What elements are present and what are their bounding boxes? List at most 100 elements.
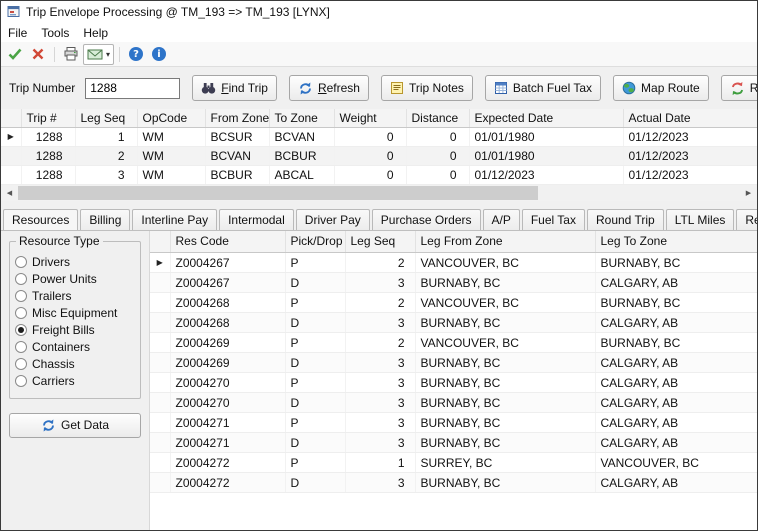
cell[interactable]: CALGARY, AB [595, 433, 757, 453]
cell[interactable]: BURNABY, BC [415, 373, 595, 393]
refresh-button[interactable]: Refresh [289, 75, 369, 101]
scroll-left-arrow-icon[interactable]: ◀ [1, 185, 18, 201]
tab-intermodal[interactable]: Intermodal [219, 209, 294, 230]
cell[interactable]: 1288 [21, 165, 75, 184]
table-row[interactable]: Z0004272D3BURNABY, BCCALGARY, AB [150, 473, 757, 493]
radio-option-chassis[interactable]: Chassis [15, 356, 135, 373]
radio-option-carriers[interactable]: Carriers [15, 373, 135, 390]
help-button[interactable]: ? [125, 44, 147, 65]
cell[interactable]: BURNABY, BC [415, 313, 595, 333]
cell[interactable]: 1288 [21, 127, 75, 146]
cell[interactable]: P [285, 293, 345, 313]
cell[interactable]: VANCOUVER, BC [595, 453, 757, 473]
cell[interactable]: CALGARY, AB [595, 473, 757, 493]
cell[interactable]: VANCOUVER, BC [415, 293, 595, 313]
cell[interactable]: BURNABY, BC [415, 353, 595, 373]
tab-purchase-orders[interactable]: Purchase Orders [372, 209, 481, 230]
tab-review-status[interactable]: Review Status [736, 209, 757, 230]
scrollbar-thumb[interactable] [18, 186, 538, 200]
cell[interactable]: BCBUR [269, 146, 334, 165]
cell[interactable]: P [285, 453, 345, 473]
radio-option-containers[interactable]: Containers [15, 339, 135, 356]
cell[interactable]: WM [137, 146, 205, 165]
table-row[interactable]: ▶12881WMBCSURBCVAN0001/01/198001/12/2023 [1, 127, 757, 146]
cell[interactable]: 01/01/1980 [469, 127, 623, 146]
column-header-expected-date[interactable]: Expected Date [469, 109, 623, 127]
cell[interactable]: D [285, 433, 345, 453]
cell[interactable]: 3 [345, 373, 415, 393]
cell[interactable]: BURNABY, BC [415, 393, 595, 413]
cell[interactable]: BURNABY, BC [595, 253, 757, 273]
cell[interactable]: 2 [75, 146, 137, 165]
re-match-button[interactable]: Re-Match [721, 75, 757, 101]
tab-interline-pay[interactable]: Interline Pay [132, 209, 217, 230]
cell[interactable]: D [285, 353, 345, 373]
tab-a-p[interactable]: A/P [483, 209, 520, 230]
column-header-actual-date[interactable]: Actual Date [623, 109, 757, 127]
cell[interactable]: 01/12/2023 [469, 165, 623, 184]
cancel-button[interactable] [27, 44, 49, 65]
table-row[interactable]: Z0004271D3BURNABY, BCCALGARY, AB [150, 433, 757, 453]
batch-fuel-tax-button[interactable]: Batch Fuel Tax [485, 75, 601, 101]
find-trip-button[interactable]: Find Trip [192, 75, 277, 101]
tab-driver-pay[interactable]: Driver Pay [296, 209, 370, 230]
get-data-button[interactable]: Get Data [9, 413, 141, 438]
horizontal-scrollbar[interactable]: ◀ ▶ [1, 185, 757, 201]
cell[interactable]: 2 [345, 293, 415, 313]
column-header-from-zone[interactable]: From Zone [205, 109, 269, 127]
column-header-to-zone[interactable]: To Zone [269, 109, 334, 127]
cell[interactable]: P [285, 333, 345, 353]
cell[interactable]: BCVAN [269, 127, 334, 146]
radio-option-misc-equipment[interactable]: Misc Equipment [15, 305, 135, 322]
column-header-opcode[interactable]: OpCode [137, 109, 205, 127]
cell[interactable]: P [285, 413, 345, 433]
trip-legs-grid[interactable]: Trip #Leg SeqOpCodeFrom ZoneTo ZoneWeigh… [1, 109, 758, 185]
cell[interactable]: CALGARY, AB [595, 413, 757, 433]
table-row[interactable]: Z0004271P3BURNABY, BCCALGARY, AB [150, 413, 757, 433]
cell[interactable]: 01/12/2023 [623, 146, 757, 165]
column-header-leg-seq[interactable]: Leg Seq [345, 231, 415, 253]
cell[interactable]: 0 [406, 165, 469, 184]
cell[interactable]: Z0004272 [170, 453, 285, 473]
cell[interactable]: Z0004268 [170, 313, 285, 333]
column-header-res-code[interactable]: Res Code [170, 231, 285, 253]
column-header-weight[interactable]: Weight [334, 109, 406, 127]
cell[interactable]: 1 [75, 127, 137, 146]
scroll-right-arrow-icon[interactable]: ▶ [740, 185, 757, 201]
cell[interactable]: 0 [334, 146, 406, 165]
trip-notes-button[interactable]: Trip Notes [381, 75, 473, 101]
cell[interactable]: 0 [334, 165, 406, 184]
cell[interactable]: Z0004272 [170, 473, 285, 493]
cell[interactable]: ABCAL [269, 165, 334, 184]
table-row[interactable]: Z0004269P2VANCOUVER, BCBURNABY, BC [150, 333, 757, 353]
cell[interactable]: Z0004271 [170, 413, 285, 433]
menu-file[interactable]: File [1, 25, 34, 41]
cell[interactable]: CALGARY, AB [595, 353, 757, 373]
radio-option-trailers[interactable]: Trailers [15, 288, 135, 305]
map-route-button[interactable]: Map Route [613, 75, 709, 101]
cell[interactable]: VANCOUVER, BC [415, 333, 595, 353]
cell[interactable]: CALGARY, AB [595, 273, 757, 293]
tab-resources[interactable]: Resources [3, 209, 78, 231]
cell[interactable]: CALGARY, AB [595, 373, 757, 393]
cell[interactable]: VANCOUVER, BC [415, 253, 595, 273]
cell[interactable]: CALGARY, AB [595, 393, 757, 413]
cell[interactable]: SURREY, BC [415, 453, 595, 473]
column-header-distance[interactable]: Distance [406, 109, 469, 127]
cell[interactable]: 01/01/1980 [469, 146, 623, 165]
cell[interactable]: BCBUR [205, 165, 269, 184]
cell[interactable]: Z0004267 [170, 273, 285, 293]
cell[interactable]: Z0004270 [170, 373, 285, 393]
column-header-leg-from-zone[interactable]: Leg From Zone [415, 231, 595, 253]
cell[interactable]: 3 [345, 393, 415, 413]
cell[interactable]: 3 [345, 273, 415, 293]
column-header-leg-to-zone[interactable]: Leg To Zone [595, 231, 757, 253]
cell[interactable]: 3 [345, 473, 415, 493]
cell[interactable]: 01/12/2023 [623, 127, 757, 146]
cell[interactable]: 0 [406, 127, 469, 146]
cell[interactable]: Z0004269 [170, 333, 285, 353]
cell[interactable]: 01/12/2023 [623, 165, 757, 184]
print-button[interactable] [60, 44, 82, 65]
radio-option-drivers[interactable]: Drivers [15, 254, 135, 271]
table-row[interactable]: ▶Z0004267P2VANCOUVER, BCBURNABY, BC [150, 253, 757, 273]
